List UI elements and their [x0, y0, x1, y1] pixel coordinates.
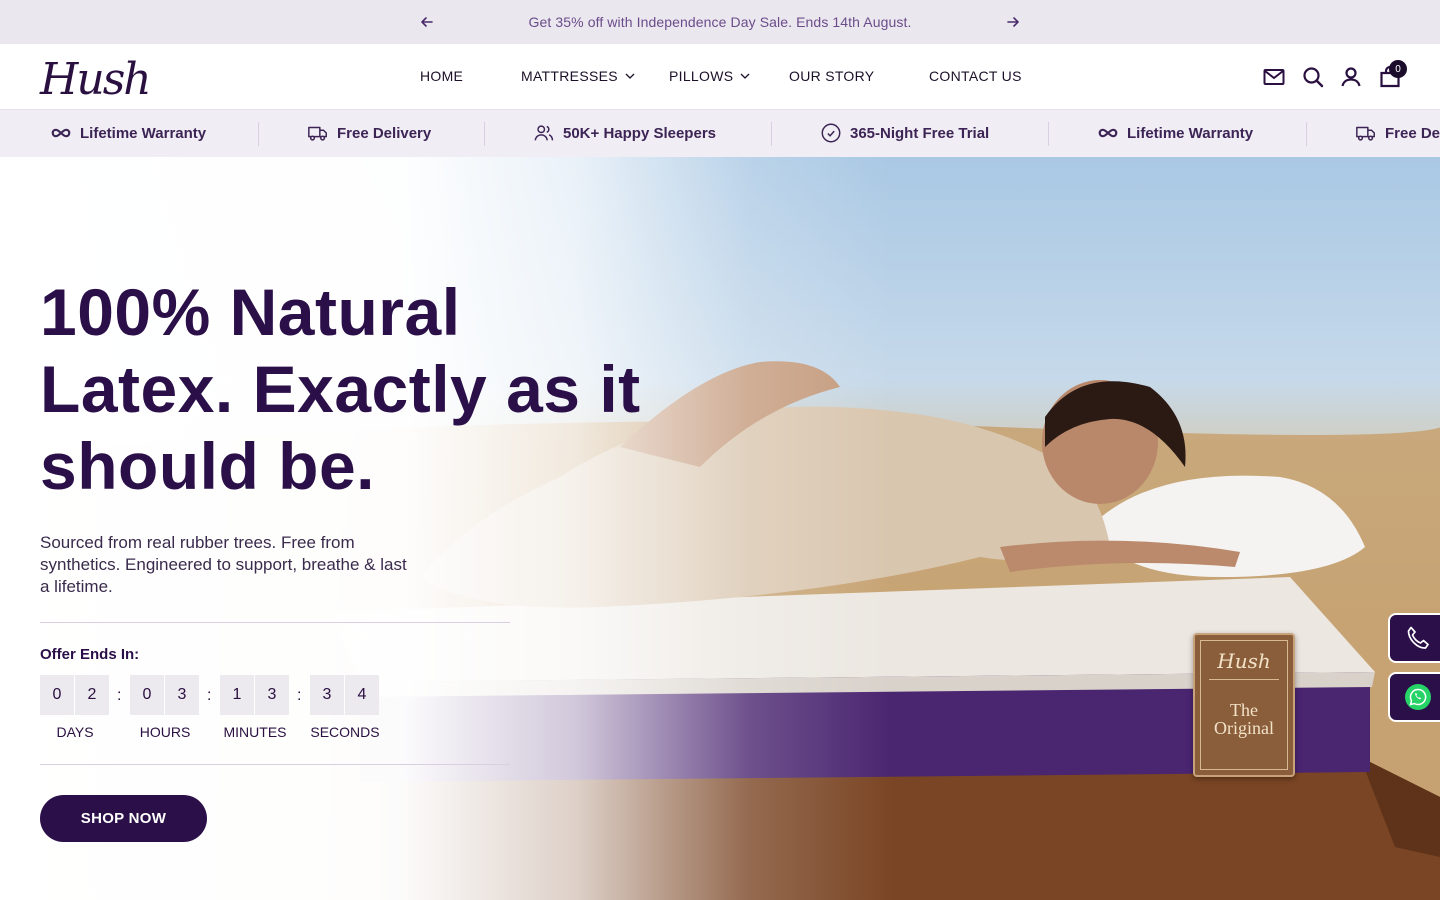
product-tag-line2: Original	[1214, 718, 1274, 738]
check-circle-icon	[821, 123, 841, 143]
hero-gradient-overlay	[0, 157, 1440, 900]
hero-headline: 100% Natural Latex. Exactly as it should…	[40, 275, 641, 503]
chevron-down-icon	[625, 73, 635, 79]
site-header: Hush HOME MATTRESSES PILLOWS OUR STORY C…	[0, 44, 1440, 110]
mail-icon[interactable]	[1262, 65, 1286, 89]
product-tag-text: The Original	[1195, 701, 1293, 737]
benefit-label: 365-Night Free Trial	[850, 124, 990, 142]
nav-contact-us-label: CONTACT US	[929, 68, 1022, 84]
countdown-digit: 2	[75, 675, 109, 715]
countdown-separator: :	[207, 687, 212, 704]
nav-our-story-label: OUR STORY	[789, 68, 875, 84]
hero-banner: Hush The Original 100% Natural Latex. Ex…	[0, 157, 1440, 900]
benefit-label: Free Delivery	[337, 124, 432, 142]
account-icon[interactable]	[1339, 65, 1363, 89]
countdown-digit: 3	[165, 675, 199, 715]
users-icon	[534, 125, 554, 141]
benefits-strip: Lifetime Warranty Free Delivery 50K+ Hap…	[0, 110, 1440, 157]
benefit-item: Lifetime Warranty	[50, 122, 206, 144]
benefit-label: Lifetime Warranty	[80, 124, 207, 142]
benefit-item: Free Delivery	[307, 122, 431, 144]
countdown-separator: :	[117, 687, 122, 704]
whatsapp-icon	[1405, 684, 1431, 710]
offer-label: Offer Ends In:	[40, 646, 140, 663]
benefit-item: 365-Night Free Trial	[820, 122, 989, 144]
benefit-item: Free De	[1355, 122, 1440, 144]
benefit-label: 50K+ Happy Sleepers	[563, 124, 716, 142]
product-tag: Hush The Original	[1193, 633, 1295, 777]
nav-pillows[interactable]: PILLOWS	[669, 68, 751, 84]
nav-our-story[interactable]: OUR STORY	[789, 68, 874, 84]
countdown-digit: 3	[310, 675, 344, 715]
divider	[40, 622, 510, 623]
call-button[interactable]	[1388, 613, 1440, 663]
product-tag-line1: The	[1230, 700, 1258, 720]
arrow-right-icon[interactable]	[1004, 13, 1022, 31]
infinity-icon	[1098, 128, 1118, 138]
product-tag-logo: Hush	[1217, 649, 1271, 673]
strip-divider	[258, 122, 259, 146]
countdown-digit: 1	[220, 675, 254, 715]
announcement-text[interactable]: Get 35% off with Independence Day Sale. …	[529, 14, 912, 30]
cart-count-badge: 0	[1389, 60, 1407, 78]
divider	[40, 764, 510, 765]
truck-icon	[308, 126, 327, 141]
brand-logo[interactable]: Hush	[40, 54, 152, 105]
countdown-hours-label: HOURS	[139, 724, 191, 740]
nav-home-label: HOME	[420, 68, 464, 84]
chevron-down-icon	[740, 73, 750, 79]
countdown-digit: 4	[345, 675, 379, 715]
countdown-seconds-label: SECONDS	[310, 724, 380, 740]
countdown-digit: 0	[40, 675, 74, 715]
nav-mattresses-label: MATTRESSES	[521, 68, 618, 84]
whatsapp-button[interactable]	[1388, 672, 1440, 722]
nav-pillows-label: PILLOWS	[669, 68, 734, 84]
benefit-label: Lifetime Warranty	[1127, 124, 1254, 142]
strip-divider	[1048, 122, 1049, 146]
product-tag-divider	[1209, 679, 1279, 680]
strip-divider	[771, 122, 772, 146]
countdown-digit: 3	[255, 675, 289, 715]
arrow-left-icon[interactable]	[418, 13, 436, 31]
phone-icon	[1407, 626, 1429, 649]
benefit-item: Lifetime Warranty	[1097, 122, 1253, 144]
benefit-item: 50K+ Happy Sleepers	[533, 122, 716, 144]
benefit-label: Free De	[1385, 124, 1440, 142]
countdown-separator: :	[297, 687, 302, 704]
countdown-digit: 0	[130, 675, 164, 715]
strip-divider	[1306, 122, 1307, 146]
nav-home[interactable]: HOME	[420, 68, 463, 84]
search-icon[interactable]	[1301, 65, 1325, 89]
nav-mattresses[interactable]: MATTRESSES	[521, 68, 636, 84]
truck-icon	[1356, 126, 1375, 141]
hero-subcopy: Sourced from real rubber trees. Free fro…	[40, 533, 407, 596]
infinity-icon	[51, 128, 71, 138]
shop-now-button[interactable]: SHOP NOW	[40, 795, 207, 842]
nav-contact-us[interactable]: CONTACT US	[929, 68, 1022, 84]
countdown-minutes-label: MINUTES	[223, 724, 287, 740]
countdown-days-label: DAYS	[56, 724, 94, 740]
announcement-bar: Get 35% off with Independence Day Sale. …	[0, 0, 1440, 44]
strip-divider	[484, 122, 485, 146]
